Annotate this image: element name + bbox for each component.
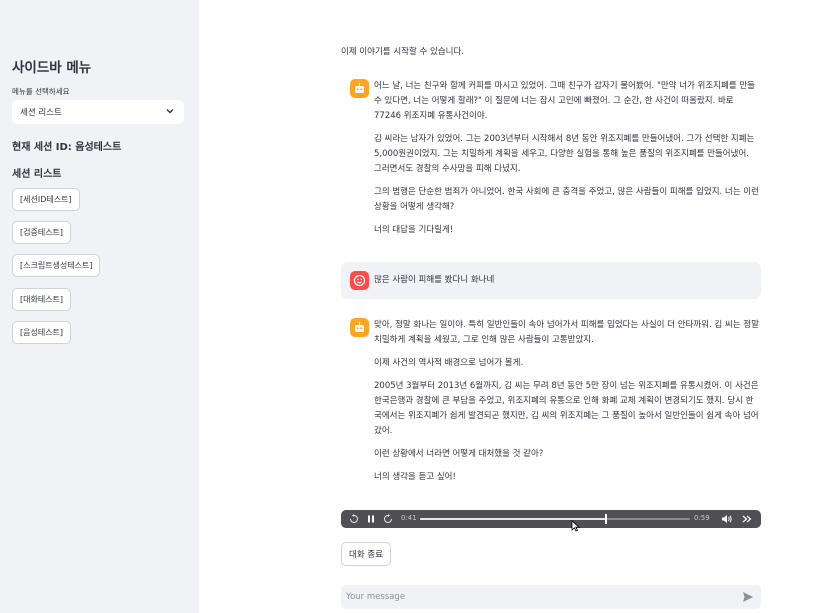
message-paragraph: 2005년 3월부터 2013년 6월까지, 김 씨는 무려 8년 동안 5만 …: [374, 381, 759, 436]
message-paragraph: 이런 상황에서 너라면 어떻게 대처했을 것 같아?: [374, 449, 544, 459]
user-message: 많은 사람이 피해를 봤다니 화나네: [341, 262, 761, 299]
sidebar: 사이드바 메뉴 메뉴를 선택하세요 세션 리스트 현재 세션 ID: 음성테스트…: [0, 0, 199, 613]
message-paragraph: 너의 생각을 듣고 싶어!: [374, 472, 456, 482]
chat-message-input[interactable]: [341, 585, 761, 609]
chat-intro: 이제 이야기를 시작할 수 있습니다.: [341, 47, 464, 57]
smiley-face-icon: [350, 271, 369, 290]
forward-icon[interactable]: [383, 514, 393, 524]
rewind-icon[interactable]: [349, 514, 359, 524]
audio-current-time: 0:41: [401, 514, 417, 522]
menu-select-value: 세션 리스트: [20, 108, 62, 118]
session-button[interactable]: [대화테스트]: [12, 288, 72, 311]
message-paragraph: 이제 사건의 역사적 배경으로 넘어가 볼게.: [374, 358, 524, 368]
session-button[interactable]: [세션ID테스트]: [12, 188, 80, 211]
assistant-message: 맞아, 정말 화나는 일이야. 특히 일반인들이 속아 넘어가서 피해를 입었다…: [341, 312, 761, 502]
end-conversation-button[interactable]: 대화 종료: [341, 542, 391, 566]
playback-speed-icon[interactable]: [742, 514, 752, 524]
robot-face-icon: [350, 79, 369, 98]
chevron-down-icon: [166, 109, 174, 114]
audio-seek-bar[interactable]: [420, 514, 690, 524]
message-body: 많은 사람이 피해를 봤다니 화나네: [374, 273, 759, 296]
session-button[interactable]: [스크립트생성테스트]: [12, 254, 101, 277]
pause-icon[interactable]: [366, 514, 376, 524]
session-button[interactable]: [검증테스트]: [12, 221, 72, 244]
message-paragraph: 그의 범행은 단순한 범죄가 아니었어. 한국 사회에 큰 충격을 주었고, 많…: [374, 187, 759, 212]
send-arrow-icon[interactable]: [742, 591, 754, 603]
assistant-message: 어느 날, 너는 친구와 함께 커피를 마시고 있었어. 그때 친구가 갑자기 …: [341, 73, 761, 247]
sidebar-title: 사이드바 메뉴: [12, 60, 92, 76]
menu-select-label: 메뉴를 선택하세요: [12, 87, 70, 96]
robot-face-icon: [350, 318, 369, 337]
volume-icon[interactable]: [721, 514, 733, 524]
current-session-id: 현재 세션 ID: 음성테스트: [12, 142, 122, 153]
audio-player: 0:41 0:59: [341, 510, 761, 528]
message-paragraph: 맞아, 정말 화나는 일이야. 특히 일반인들이 속아 넘어가서 피해를 입었다…: [374, 320, 759, 345]
message-paragraph: 많은 사람이 피해를 봤다니 화나네: [374, 275, 495, 285]
message-body: 어느 날, 너는 친구와 함께 커피를 마시고 있었어. 그때 친구가 갑자기 …: [374, 79, 759, 246]
message-paragraph: 너의 대답을 기다릴게!: [374, 225, 454, 235]
menu-select[interactable]: 세션 리스트: [12, 100, 184, 124]
audio-seek-handle[interactable]: [605, 514, 608, 524]
message-body: 맞아, 정말 화나는 일이야. 특히 일반인들이 속아 넘어가서 피해를 입었다…: [374, 318, 759, 493]
message-paragraph: 어느 날, 너는 친구와 함께 커피를 마시고 있었어. 그때 친구가 갑자기 …: [374, 81, 755, 121]
session-button[interactable]: [음성테스트]: [12, 321, 72, 344]
session-list-title: 세션 리스트: [12, 169, 62, 180]
audio-duration: 0:59: [694, 514, 710, 522]
main-chat-area: 이제 이야기를 시작할 수 있습니다. 어느 날, 너는 친구와 함께 커피를 …: [199, 0, 833, 613]
message-paragraph: 김 씨라는 남자가 있었어. 그는 2003년부터 시작해서 8년 동안 위조지…: [374, 134, 755, 174]
mouse-cursor-icon: [571, 520, 580, 532]
